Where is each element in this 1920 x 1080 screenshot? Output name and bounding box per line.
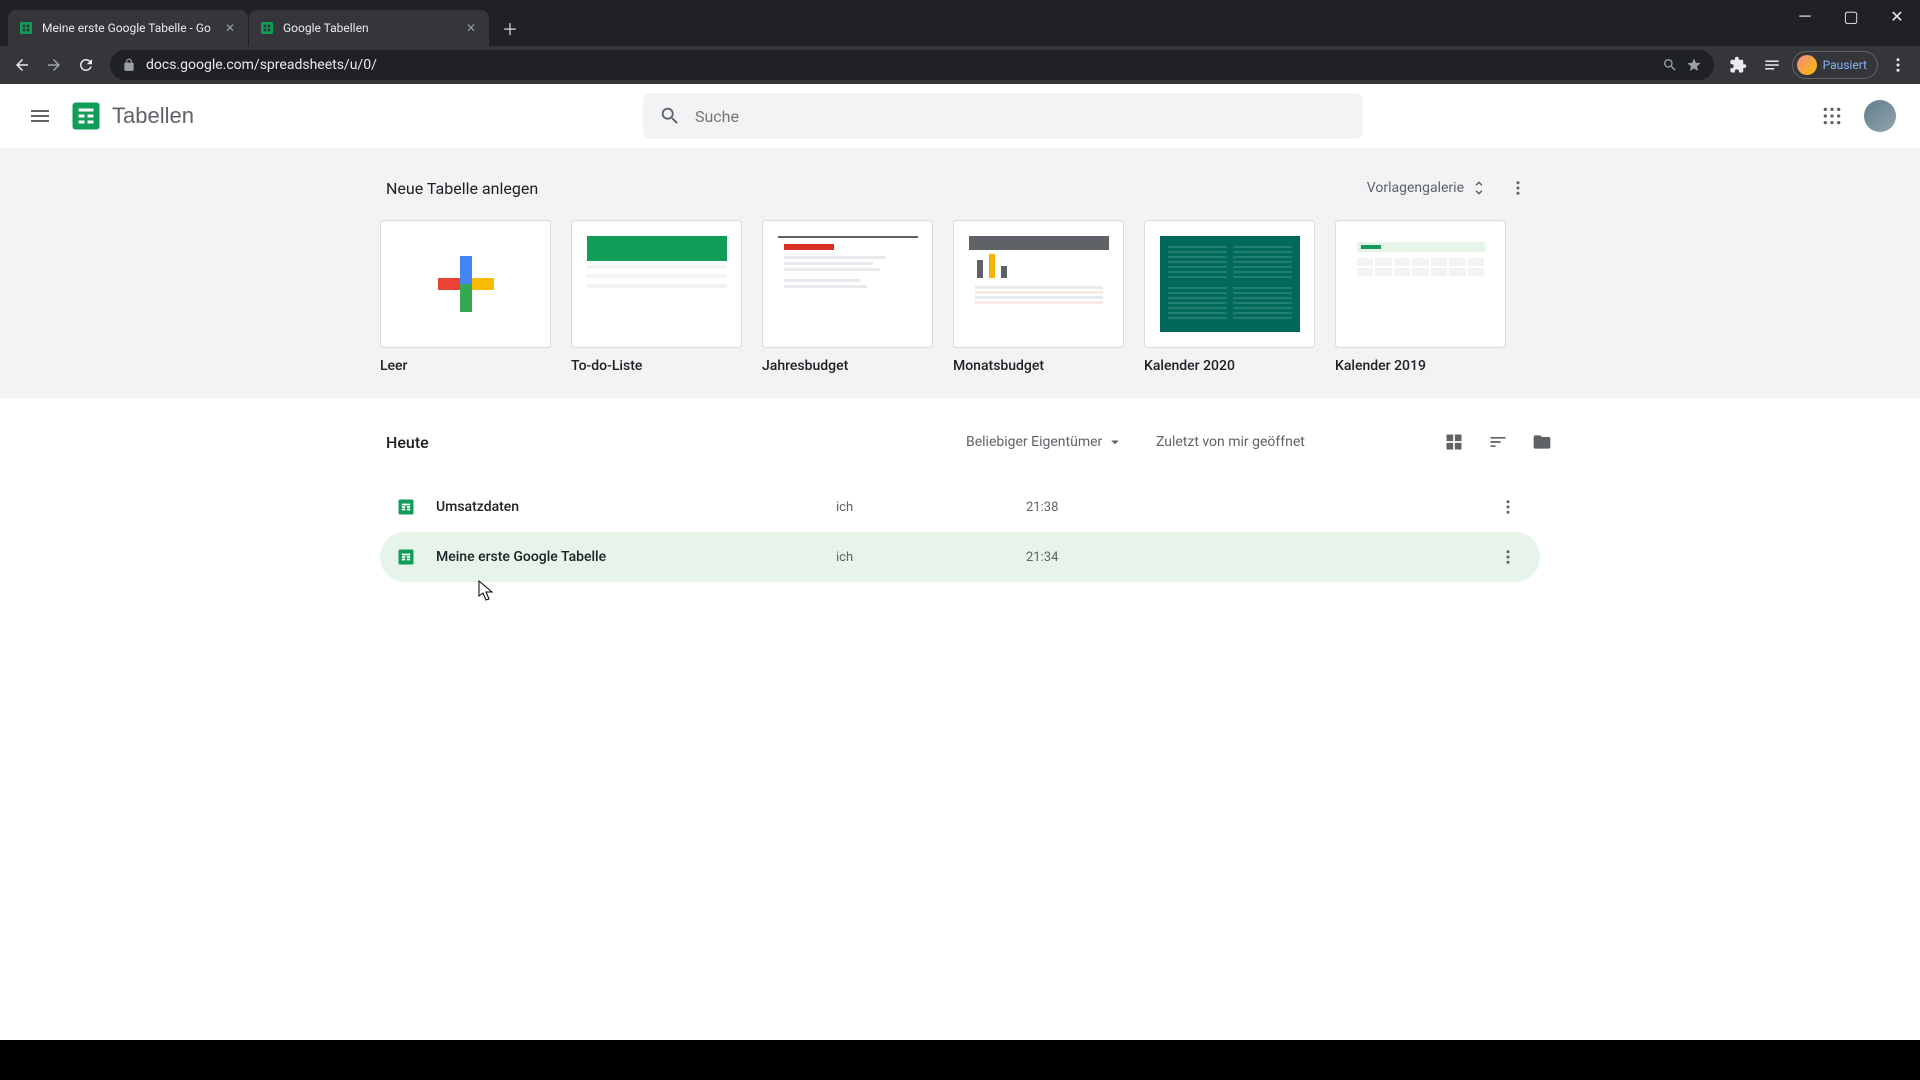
app-logo[interactable]: Tabellen — [64, 98, 194, 134]
template-label: Monatsbudget — [953, 358, 1124, 374]
reading-list-icon[interactable] — [1758, 51, 1786, 79]
document-owner: ich — [836, 500, 1026, 515]
template-monthly-budget[interactable]: Monatsbudget — [953, 220, 1124, 374]
template-blank[interactable]: Leer — [380, 220, 551, 374]
profile-chip[interactable]: Pausiert — [1792, 51, 1878, 79]
sort-button[interactable] — [1480, 424, 1516, 460]
tab-title: Meine erste Google Tabelle - Go — [42, 21, 222, 35]
document-row[interactable]: Meine erste Google Tabelle ich 21:34 — [380, 532, 1540, 582]
template-calendar-2020[interactable]: Kalender 2020 — [1144, 220, 1315, 374]
folder-button[interactable] — [1524, 424, 1560, 460]
search-bar[interactable] — [643, 93, 1363, 139]
template-label: Kalender 2019 — [1335, 358, 1506, 374]
owner-filter-label: Beliebiger Eigentümer — [966, 434, 1102, 450]
dropdown-icon — [1106, 433, 1124, 451]
document-name: Umsatzdaten — [436, 499, 836, 515]
sheets-logo-icon — [68, 98, 104, 134]
search-input[interactable] — [695, 107, 1347, 126]
template-label: To-do-Liste — [571, 358, 742, 374]
document-more-button[interactable] — [1492, 491, 1524, 523]
window-close-button[interactable]: ✕ — [1874, 0, 1920, 32]
browser-address-bar: docs.google.com/spreadsheets/u/0/ Pausie… — [0, 46, 1920, 84]
template-calendar-2019[interactable]: Kalender 2019 — [1335, 220, 1506, 374]
template-annual-budget[interactable]: Jahresbudget — [762, 220, 933, 374]
new-tab-button[interactable]: ＋ — [496, 14, 524, 42]
template-more-button[interactable] — [1502, 172, 1534, 204]
sheets-icon — [18, 20, 34, 36]
browser-tab-strip: Meine erste Google Tabelle - Go ✕ Google… — [0, 0, 1920, 46]
zoom-icon[interactable] — [1662, 57, 1678, 73]
template-label: Leer — [380, 358, 551, 374]
unfold-icon — [1470, 179, 1488, 197]
document-time: 21:34 — [1026, 550, 1266, 565]
sort-label: Zuletzt von mir geöffnet — [1156, 434, 1436, 450]
window-maximize-button[interactable]: ▢ — [1828, 0, 1874, 32]
app-header: Tabellen — [0, 84, 1920, 148]
document-name: Meine erste Google Tabelle — [436, 549, 836, 565]
tab-title: Google Tabellen — [283, 21, 463, 35]
docs-section: Heute Beliebiger Eigentümer Zuletzt von … — [0, 398, 1920, 602]
template-todo[interactable]: To-do-Liste — [571, 220, 742, 374]
nav-reload-button[interactable] — [72, 51, 100, 79]
profile-avatar — [1797, 55, 1817, 75]
nav-forward-button[interactable] — [40, 51, 68, 79]
close-icon[interactable]: ✕ — [222, 20, 238, 36]
extensions-icon[interactable] — [1724, 51, 1752, 79]
sheets-icon — [259, 20, 275, 36]
template-section: Neue Tabelle anlegen Vorlagengalerie — [0, 148, 1920, 398]
template-label: Kalender 2020 — [1144, 358, 1315, 374]
nav-back-button[interactable] — [8, 51, 36, 79]
document-owner: ich — [836, 550, 1026, 565]
browser-tab[interactable]: Google Tabellen ✕ — [249, 10, 489, 46]
template-heading: Neue Tabelle anlegen — [386, 179, 538, 198]
app-title: Tabellen — [112, 103, 194, 129]
docs-section-title: Heute — [386, 433, 696, 452]
browser-tab[interactable]: Meine erste Google Tabelle - Go ✕ — [8, 10, 248, 46]
star-icon[interactable] — [1686, 57, 1702, 73]
document-time: 21:38 — [1026, 500, 1266, 515]
sheets-file-icon — [396, 545, 416, 569]
user-avatar[interactable] — [1864, 100, 1896, 132]
document-more-button[interactable] — [1492, 541, 1524, 573]
plus-icon — [438, 256, 494, 312]
google-apps-button[interactable] — [1812, 96, 1852, 136]
sheets-file-icon — [396, 495, 416, 519]
document-row[interactable]: Umsatzdaten ich 21:38 — [380, 482, 1540, 532]
omnibox[interactable]: docs.google.com/spreadsheets/u/0/ — [110, 50, 1714, 80]
gallery-label: Vorlagengalerie — [1367, 180, 1464, 196]
profile-label: Pausiert — [1823, 58, 1867, 72]
owner-filter[interactable]: Beliebiger Eigentümer — [966, 433, 1156, 451]
chrome-menu-icon[interactable] — [1884, 51, 1912, 79]
url-text: docs.google.com/spreadsheets/u/0/ — [146, 57, 1662, 73]
template-label: Jahresbudget — [762, 358, 933, 374]
lock-icon — [122, 58, 136, 72]
search-icon — [659, 105, 681, 127]
main-menu-button[interactable] — [16, 92, 64, 140]
grid-view-button[interactable] — [1436, 424, 1472, 460]
window-minimize-button[interactable]: ─ — [1782, 0, 1828, 32]
windows-taskbar[interactable] — [0, 1040, 1920, 1080]
close-icon[interactable]: ✕ — [463, 20, 479, 36]
template-gallery-toggle[interactable]: Vorlagengalerie — [1357, 173, 1498, 203]
